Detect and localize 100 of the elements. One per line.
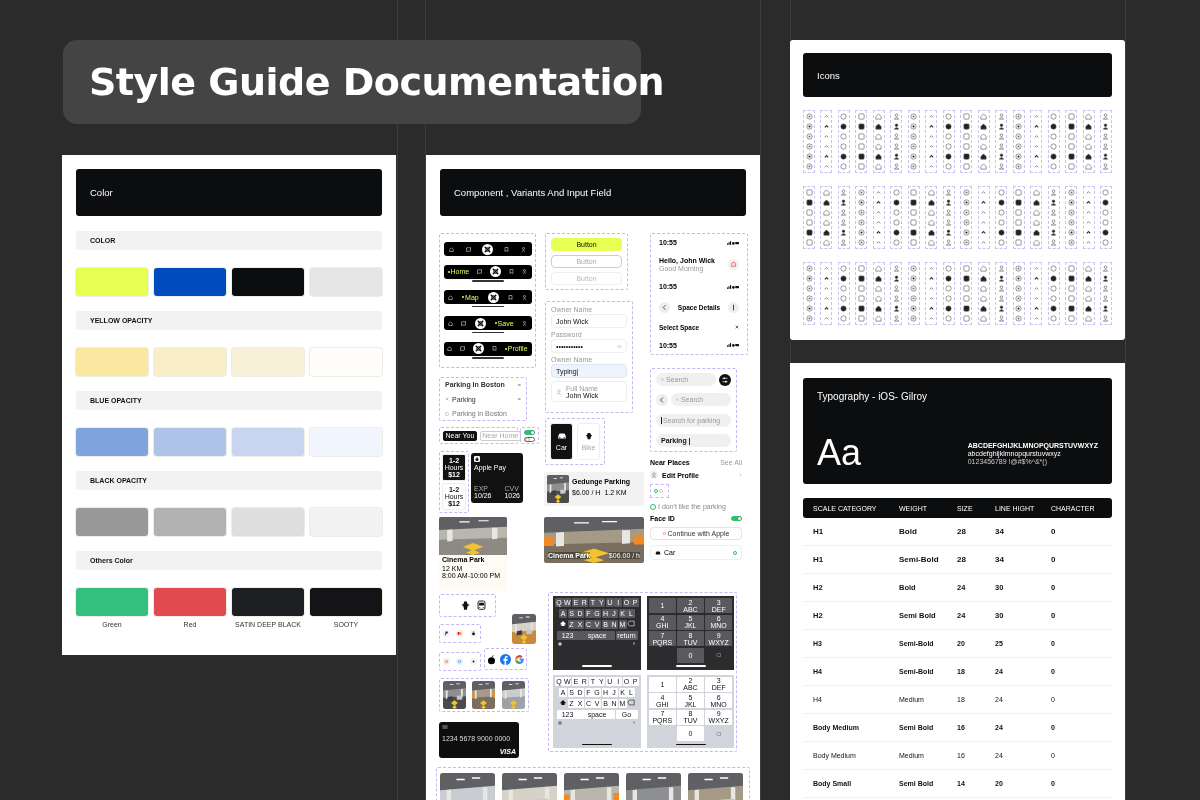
tab[interactable] — [447, 346, 453, 352]
person-icon — [892, 123, 900, 130]
backspace-icon[interactable] — [627, 698, 635, 706]
person-icon — [1102, 265, 1110, 272]
tab[interactable] — [520, 246, 526, 252]
microphone-icon[interactable] — [632, 642, 636, 646]
bookmark-icon — [504, 246, 510, 252]
emoji-icon[interactable] — [558, 642, 562, 646]
tab[interactable] — [504, 246, 510, 252]
circle-icon — [945, 285, 953, 292]
person-icon — [520, 246, 526, 252]
circle-icon — [945, 295, 953, 302]
circle-icon — [840, 123, 848, 130]
circle-icon — [997, 199, 1005, 206]
person-icon — [1050, 209, 1058, 216]
table-cell-text: H1 — [813, 555, 825, 564]
person-icon — [1050, 199, 1058, 206]
tab[interactable] — [448, 295, 454, 300]
toggle-switch[interactable] — [731, 516, 742, 521]
person-icon — [1102, 285, 1110, 292]
bookmark-icon — [507, 295, 513, 300]
motorbike-icon — [583, 432, 594, 440]
tab[interactable] — [447, 320, 453, 326]
person-icon — [1050, 219, 1058, 226]
person-icon — [997, 163, 1005, 170]
circle-icon — [997, 209, 1005, 216]
tab[interactable] — [491, 346, 497, 352]
person-icon — [1102, 143, 1110, 150]
person-icon — [650, 471, 658, 479]
shift-icon[interactable] — [559, 698, 567, 706]
circle-icon — [840, 113, 848, 120]
close-icon[interactable] — [735, 325, 739, 330]
google-logo-icon — [513, 653, 525, 665]
ring-icon — [662, 532, 666, 535]
back-icon[interactable] — [659, 301, 670, 313]
circle-icon — [840, 305, 848, 312]
person-icon — [1102, 163, 1110, 170]
more-icon[interactable] — [728, 301, 739, 313]
person-icon — [945, 209, 953, 216]
person-icon — [521, 295, 527, 300]
shift-icon[interactable] — [559, 620, 567, 627]
board-title: Typography - iOS- Gilroy — [817, 391, 929, 402]
person-icon — [1050, 189, 1058, 196]
person-icon — [997, 123, 1005, 130]
board-title: Color — [90, 187, 113, 198]
back-icon[interactable] — [656, 393, 668, 406]
filter-icon[interactable] — [719, 373, 731, 386]
bookmark-icon — [491, 346, 497, 352]
tab[interactable] — [522, 269, 528, 275]
apple-logo-icon — [474, 456, 480, 462]
radio-button[interactable] — [733, 550, 737, 555]
scan-icon[interactable] — [487, 292, 499, 303]
apple-logo-icon — [486, 653, 498, 665]
person-icon — [1050, 229, 1058, 236]
circle-icon — [1050, 265, 1058, 272]
circle-icon — [1050, 275, 1058, 282]
toggle-switch[interactable] — [524, 429, 535, 435]
circle-icon — [1050, 305, 1058, 312]
circle-icon — [945, 133, 953, 140]
person-icon — [1102, 113, 1110, 120]
person-icon — [840, 199, 848, 206]
bus-icon — [476, 600, 487, 611]
tab[interactable] — [477, 269, 483, 275]
bell-icon[interactable] — [728, 259, 739, 271]
person-icon — [1102, 133, 1110, 140]
checkbox[interactable] — [650, 503, 656, 510]
person-icon — [1102, 305, 1110, 312]
circle-icon — [945, 143, 953, 150]
tab[interactable] — [509, 269, 515, 275]
toggle-switch[interactable] — [524, 436, 535, 442]
circle-icon — [1102, 229, 1110, 236]
tab[interactable] — [465, 246, 471, 252]
circle-icon — [1050, 153, 1058, 160]
tab[interactable] — [461, 320, 467, 326]
tab[interactable] — [449, 246, 455, 252]
circle-icon — [945, 305, 953, 312]
scan-icon[interactable] — [473, 343, 485, 355]
person-icon — [892, 143, 900, 150]
tab[interactable] — [507, 295, 513, 300]
circle-icon — [945, 153, 953, 160]
home-icon — [447, 320, 453, 326]
ring-icon — [443, 658, 451, 665]
circle-icon — [1050, 295, 1058, 302]
scan-icon[interactable] — [490, 266, 502, 278]
circle-icon — [1050, 285, 1058, 292]
emoji-icon[interactable] — [558, 720, 562, 725]
circle-icon — [997, 229, 1005, 236]
person-icon — [1102, 295, 1110, 302]
circle-icon — [1102, 219, 1110, 226]
car-icon — [655, 550, 661, 555]
tab[interactable] — [521, 295, 527, 300]
table-cell-text: 28 — [957, 555, 967, 564]
person-icon — [997, 275, 1005, 282]
scan-icon[interactable] — [475, 317, 486, 329]
person-icon — [1102, 315, 1110, 322]
scan-icon[interactable] — [481, 243, 493, 255]
circle-icon — [1102, 189, 1110, 196]
tab[interactable] — [522, 320, 528, 326]
tab[interactable] — [460, 346, 466, 352]
radio-button[interactable] — [654, 489, 658, 493]
